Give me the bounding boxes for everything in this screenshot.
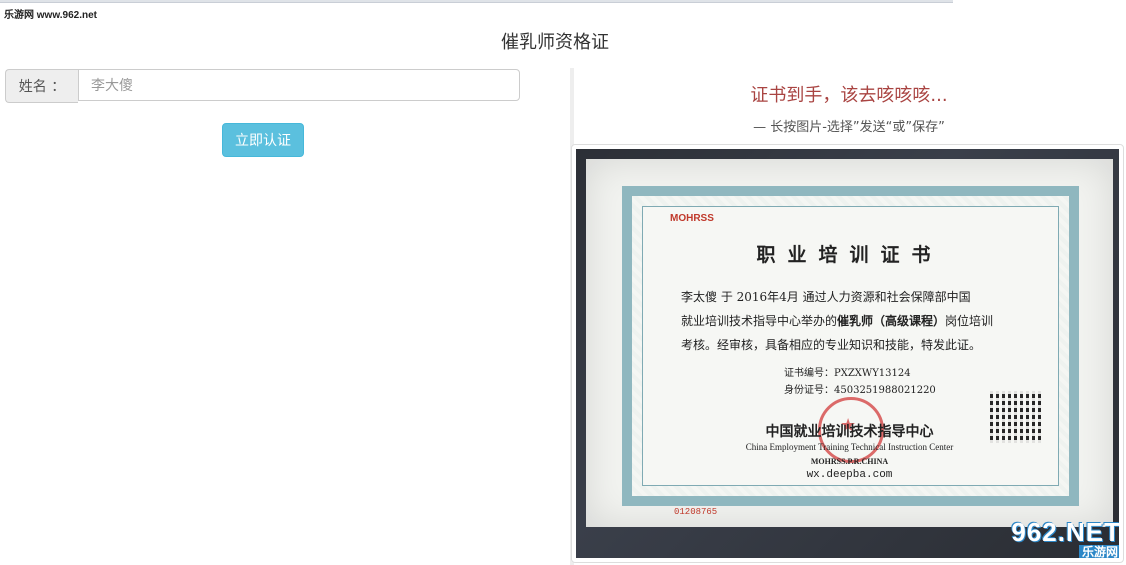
- certificate-photo[interactable]: MOHRSS 职业培训证书 李太傻 于 2016年4月 通过人力资源和社会保障部…: [576, 149, 1119, 558]
- logo-subtext: 乐游网: [1078, 545, 1119, 558]
- certificate-ids: 证书编号：PXZXWY13124 身份证号：4503251988021220: [784, 365, 936, 399]
- page-title: 催乳师资格证: [501, 32, 609, 53]
- certificate-image-frame: MOHRSS 职业培训证书 李太傻 于 2016年4月 通过人力资源和社会保障部…: [571, 144, 1124, 563]
- name-label: 姓名 ：: [5, 69, 78, 103]
- logo-text: 962.NET: [1011, 517, 1119, 547]
- certificate-website: wx.deepba.com: [806, 469, 893, 481]
- verify-button[interactable]: 立即认证: [222, 123, 304, 157]
- issuer-mark: MOHRSS: [670, 213, 714, 224]
- preview-headline: 证书到手，该去咳咳咳...: [750, 85, 948, 106]
- certificate-body: 李太傻 于 2016年4月 通过人力资源和社会保障部中国 就业培训技术指导中心举…: [681, 285, 1041, 357]
- id-number: 身份证号：4503251988021220: [784, 385, 936, 396]
- 962-logo: 962.NET 乐游网: [988, 519, 1119, 558]
- certificate-serial: 01208765: [674, 507, 718, 517]
- certificate-course: 催乳师（高级课程）: [837, 314, 946, 328]
- certificate-body-line2-post: 岗位培训: [945, 314, 994, 328]
- preview-hint: — 长按图片-选择”发送“或”保存”: [753, 120, 945, 135]
- certificate-paper: MOHRSS 职业培训证书 李太傻 于 2016年4月 通过人力资源和社会保障部…: [586, 159, 1113, 527]
- certificate-number: 证书编号：PXZXWY13124: [784, 368, 911, 379]
- certificate-body-line1: 李太傻 于 2016年4月 通过人力资源和社会保障部中国: [681, 290, 971, 304]
- top-strip: [0, 0, 953, 3]
- certificate-title: 职业培训证书: [756, 244, 943, 266]
- issuing-center-abbr: MOHRSS.P.R.CHINA: [810, 457, 889, 466]
- name-input-group: 姓名 ： 李大傻: [5, 69, 520, 103]
- certificate-body-line3: 考核。经审核，具备相应的专业知识和技能，特发此证。: [681, 338, 982, 352]
- site-watermark: 乐游网 www.962.net: [4, 10, 97, 21]
- issuing-center-en: China Employment Training Technical Inst…: [745, 442, 954, 452]
- name-input[interactable]: 李大傻: [78, 69, 520, 101]
- certificate-body-line2-pre: 就业培训技术指导中心举办的: [681, 314, 838, 328]
- issuing-center-cn: 中国就业培训技术指导中心: [765, 424, 934, 440]
